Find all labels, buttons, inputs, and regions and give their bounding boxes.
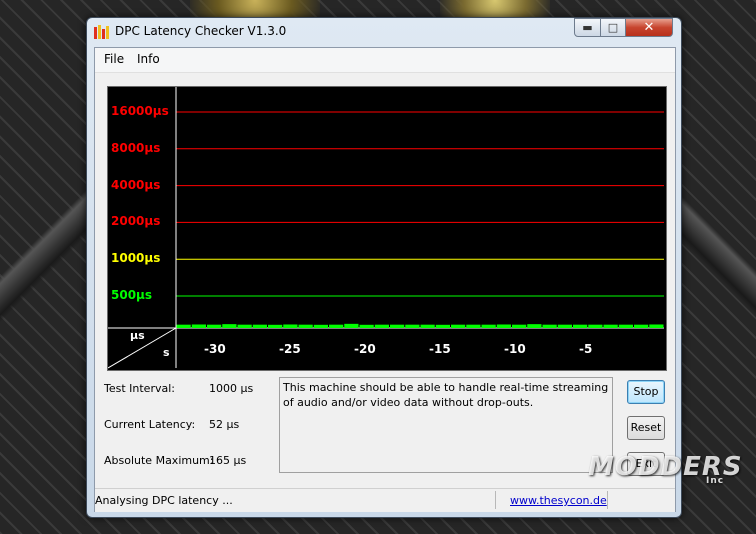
test-interval-label: Test Interval: <box>104 382 175 395</box>
latency-bar <box>466 324 481 328</box>
latency-bar <box>512 324 527 328</box>
latency-bar <box>481 324 496 328</box>
x-tick-label: -5 <box>579 342 593 356</box>
app-window: DPC Latency Checker V1.3.0 ▬ □ ✕ File In… <box>86 17 682 518</box>
reset-button[interactable]: Reset <box>627 416 665 440</box>
latency-bar <box>252 324 267 328</box>
latency-bar <box>313 324 328 328</box>
status-message-box: This machine should be able to handle re… <box>279 377 613 473</box>
latency-bar <box>359 324 374 328</box>
y-level-label: 500µs <box>111 288 153 302</box>
x-units-label: s <box>163 346 170 359</box>
latency-bar <box>405 324 420 328</box>
minimize-button[interactable]: ▬ <box>574 18 601 37</box>
latency-bar <box>207 324 222 328</box>
latency-bar <box>222 324 237 328</box>
menu-info[interactable]: Info <box>137 52 160 66</box>
stop-button[interactable]: Stop <box>627 380 665 404</box>
latency-bar <box>420 324 435 328</box>
latency-bar <box>618 324 633 328</box>
y-level-label: 4000µs <box>111 177 161 192</box>
x-tick-label: -15 <box>429 342 451 356</box>
app-bars-icon <box>94 25 110 39</box>
latency-bar <box>634 324 649 328</box>
latency-bar <box>329 324 344 328</box>
y-level-label: 8000µs <box>111 140 161 155</box>
title-bar[interactable]: DPC Latency Checker V1.3.0 ▬ □ ✕ <box>87 18 681 45</box>
absolute-maximum-value: 165 µs <box>209 454 247 467</box>
current-latency-value: 52 µs <box>209 418 240 431</box>
latency-chart-svg <box>108 87 664 369</box>
latency-bar <box>344 323 359 328</box>
desktop-chevron-left <box>0 120 90 420</box>
latency-bar <box>573 324 588 328</box>
watermark-suffix: Inc <box>706 476 725 486</box>
maximize-button[interactable]: □ <box>600 18 626 37</box>
x-tick-label: -25 <box>279 342 301 356</box>
y-level-label: 1000µs <box>111 251 161 266</box>
desktop-chevron-right <box>680 120 756 420</box>
y-units-label: µs <box>130 329 145 342</box>
latency-bar <box>527 324 542 328</box>
latency-bar <box>390 324 405 328</box>
window-title: DPC Latency Checker V1.3.0 <box>115 24 287 38</box>
current-latency-label: Current Latency: <box>104 418 196 431</box>
latency-bar <box>451 324 466 328</box>
latency-bar <box>557 324 572 328</box>
latency-bar <box>298 324 313 328</box>
test-interval-value: 1000 µs <box>209 382 254 395</box>
latency-bar <box>435 324 450 328</box>
x-tick-label: -30 <box>204 342 226 356</box>
client-area: File Info 16000µs 8000µs 4000µs 2000µs 1000µ… <box>94 47 676 512</box>
x-tick-label: -20 <box>354 342 376 356</box>
latency-bar <box>283 324 298 328</box>
modders-watermark: MODDERS Inc <box>588 452 746 500</box>
latency-bar <box>237 324 252 328</box>
absolute-maximum-label: Absolute Maximum: <box>104 454 214 467</box>
menu-bar: File Info <box>95 48 675 73</box>
latency-bar <box>268 324 283 328</box>
x-tick-label: -10 <box>504 342 526 356</box>
latency-bar <box>176 324 191 328</box>
latency-bar <box>649 324 664 328</box>
close-button[interactable]: ✕ <box>625 18 673 37</box>
latency-bar <box>603 324 618 328</box>
latency-bar <box>191 324 206 328</box>
status-text: Analysing DPC latency ... <box>95 494 233 507</box>
latency-chart: 16000µs 8000µs 4000µs 2000µs 1000µs 500µs -30 -… <box>107 86 667 371</box>
y-level-label: 2000µs <box>111 214 161 229</box>
menu-file[interactable]: File <box>104 52 124 66</box>
latency-bar <box>588 324 603 328</box>
latency-bar <box>374 324 389 328</box>
y-level-label: 16000µs <box>111 104 169 118</box>
status-separator <box>495 491 496 509</box>
latency-bar <box>542 324 557 328</box>
latency-bar <box>496 324 511 328</box>
